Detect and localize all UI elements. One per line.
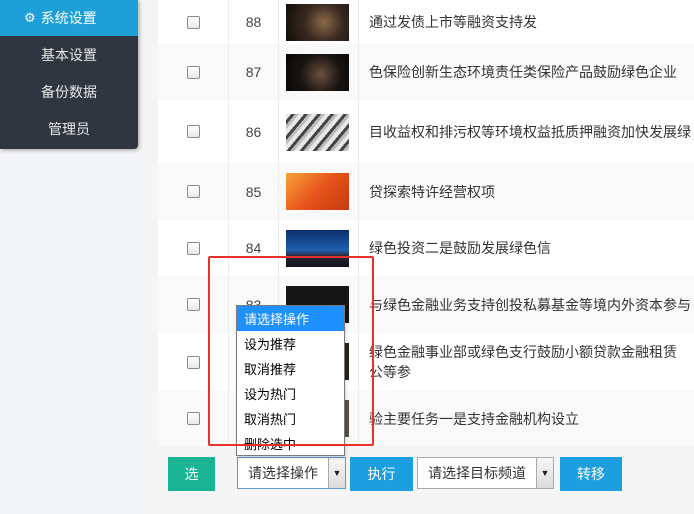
sidebar-item-label: 备份数据 xyxy=(41,83,97,100)
table-row: 86 目收益权和排污权等环境权益抵质押融资加快发展绿 xyxy=(158,100,694,164)
dropdown-option[interactable]: 设为推荐 xyxy=(237,331,344,356)
target-channel-select-value: 请选择目标频道 xyxy=(428,465,526,481)
sidebar-item-system-settings[interactable]: ⚙ 系统设置 xyxy=(0,0,138,36)
row-title[interactable]: 绿色金融事业部或绿色支行鼓励小额贷款金融租赁公等参 xyxy=(358,333,687,391)
row-title[interactable]: 绿色投资二是鼓励发展绿色信 xyxy=(358,220,694,276)
select-all-button[interactable]: 选 xyxy=(168,457,215,491)
sidebar-item-admin[interactable]: 管理员 xyxy=(0,110,138,147)
dropdown-option[interactable]: 设为热门 xyxy=(237,381,344,406)
row-thumbnail xyxy=(286,230,349,267)
row-thumbnail xyxy=(286,54,349,91)
table-row: 88 通过发债上市等融资支持发 xyxy=(158,0,694,45)
sidebar-item-label: 管理员 xyxy=(48,120,90,137)
move-button[interactable]: 转移 xyxy=(560,457,622,491)
target-channel-select[interactable]: 请选择目标频道 ▼ xyxy=(417,457,554,489)
row-checkbox[interactable] xyxy=(186,65,200,79)
action-dropdown-list: 请选择操作 设为推荐 取消推荐 设为热门 取消热门 删除选中 xyxy=(236,305,345,456)
sidebar-item-basic-settings[interactable]: 基本设置 xyxy=(0,36,138,73)
dropdown-option[interactable]: 删除选中 xyxy=(237,431,344,456)
row-id: 85 xyxy=(229,163,279,220)
row-id: 88 xyxy=(229,0,279,44)
dropdown-option[interactable]: 取消推荐 xyxy=(237,356,344,381)
execute-button[interactable]: 执行 xyxy=(350,457,413,491)
row-checkbox[interactable] xyxy=(186,125,200,138)
row-title[interactable]: 色保险创新生态环境责任类保险产品鼓励绿色企业 xyxy=(358,44,694,100)
row-title[interactable]: 与绿色金融业务支持创投私募基金等境内外资本参与 xyxy=(358,276,694,333)
row-checkbox[interactable] xyxy=(186,241,200,255)
row-id: 84 xyxy=(229,220,279,276)
action-select-value: 请选择操作 xyxy=(248,465,318,481)
sidebar: ⚙ 系统设置 基本设置 备份数据 管理员 xyxy=(0,0,138,149)
row-thumbnail xyxy=(286,114,349,151)
row-checkbox[interactable] xyxy=(186,412,200,425)
table-row: 84 绿色投资二是鼓励发展绿色信 xyxy=(158,220,694,277)
row-id: 86 xyxy=(229,100,279,163)
row-title[interactable]: 通过发债上市等融资支持发 xyxy=(358,0,694,44)
row-checkbox[interactable] xyxy=(186,185,200,198)
row-checkbox[interactable] xyxy=(186,355,200,369)
row-thumbnail xyxy=(286,4,349,41)
chevron-down-icon[interactable]: ▼ xyxy=(536,458,553,488)
bulk-action-bar: 选 请选择操作 ▼ 执行 请选择目标频道 ▼ 转移 xyxy=(158,446,694,514)
row-checkbox[interactable] xyxy=(186,298,200,311)
dropdown-option[interactable]: 请选择操作 xyxy=(237,306,344,331)
action-select[interactable]: 请选择操作 ▼ xyxy=(237,457,346,489)
row-id: 87 xyxy=(229,44,279,100)
sidebar-item-label: 系统设置 xyxy=(40,10,97,26)
row-title[interactable]: 验主要任务一是支持金融机构设立 xyxy=(358,391,694,446)
table-row: 85 贷探索特许经营权项 xyxy=(158,163,694,221)
row-title[interactable]: 贷探索特许经营权项 xyxy=(358,163,694,220)
sidebar-item-label: 基本设置 xyxy=(41,46,97,63)
row-title[interactable]: 目收益权和排污权等环境权益抵质押融资加快发展绿 xyxy=(358,100,694,163)
dropdown-option[interactable]: 取消热门 xyxy=(237,406,344,431)
gear-icon: ⚙ xyxy=(24,10,36,25)
table-row: 87 色保险创新生态环境责任类保险产品鼓励绿色企业 xyxy=(158,44,694,101)
sidebar-item-backup-data[interactable]: 备份数据 xyxy=(0,73,138,110)
chevron-down-icon[interactable]: ▼ xyxy=(328,458,345,488)
row-thumbnail xyxy=(286,173,349,210)
row-checkbox[interactable] xyxy=(186,15,200,29)
